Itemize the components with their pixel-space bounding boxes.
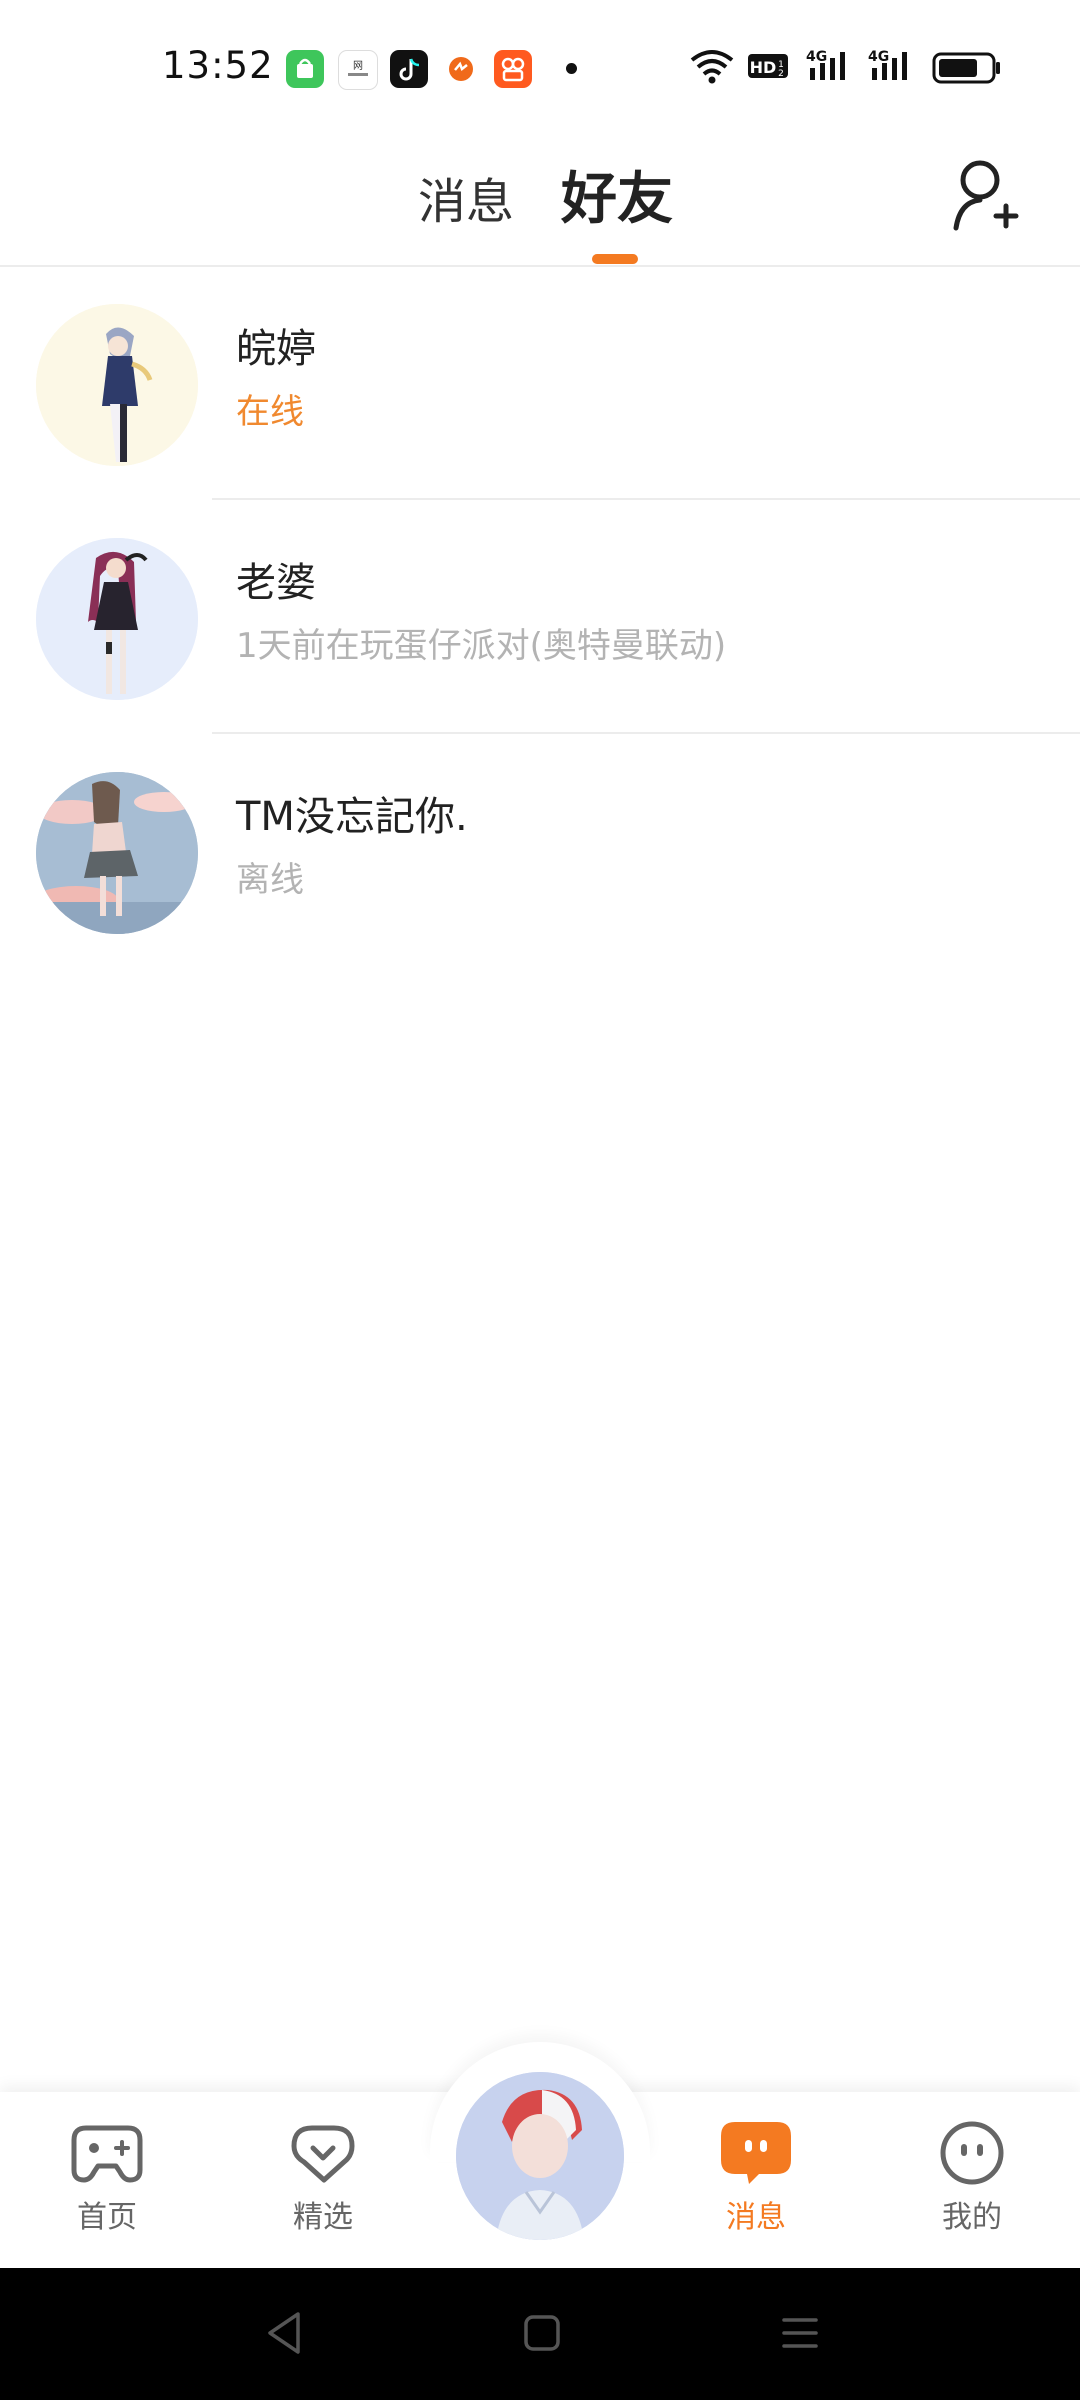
back-icon[interactable] [262, 2308, 306, 2358]
news-icon: 网 [338, 50, 378, 90]
nav-item-home[interactable]: 首页 [32, 2112, 182, 2252]
header: 消息 好友 [0, 130, 1080, 267]
tab-messages[interactable]: 消息 [418, 162, 514, 232]
active-tab-indicator [592, 254, 638, 264]
chat-face-icon [721, 2122, 791, 2184]
friend-row[interactable]: 老婆 1天前在玩蛋仔派对(奥特曼联动) [0, 500, 1080, 734]
tiktok-icon [390, 50, 428, 88]
wifi-icon [690, 50, 734, 84]
friend-name: 皖婷 [236, 326, 316, 372]
avatar[interactable] [36, 538, 198, 700]
4g-signal-icon: 4G [806, 49, 845, 80]
battery-icon [932, 52, 1000, 84]
gamepad-icon [71, 2125, 143, 2183]
friend-status: 1天前在玩蛋仔派对(奥特曼联动) [236, 626, 727, 666]
center-avatar-button[interactable] [456, 2072, 624, 2240]
add-user-icon [953, 160, 1019, 231]
svg-text:HD: HD [750, 58, 777, 77]
nav-item-profile[interactable]: 我的 [897, 2112, 1047, 2252]
avatar[interactable] [36, 772, 198, 934]
menu-icon[interactable] [778, 2308, 822, 2358]
svg-text:2: 2 [778, 69, 784, 79]
hd-icon: HD 1 2 [748, 54, 788, 79]
sports-icon [442, 50, 480, 88]
nav-label: 消息 [726, 2200, 786, 2235]
svg-text:4G: 4G [806, 49, 827, 65]
face-icon [940, 2121, 1004, 2185]
friend-status: 离线 [236, 860, 304, 900]
friend-row[interactable]: 皖婷 在线 [0, 266, 1080, 500]
friend-name: TM没忘記你. [236, 794, 468, 840]
nav-label: 我的 [942, 2200, 1002, 2235]
4g-signal-icon: 4G [868, 49, 907, 80]
nav-label: 精选 [293, 2200, 353, 2235]
nav-item-featured[interactable]: 精选 [248, 2112, 398, 2252]
system-nav-bar [0, 2268, 1080, 2400]
market-icon [286, 50, 324, 88]
svg-text:网: 网 [353, 60, 363, 72]
home-icon[interactable] [520, 2308, 564, 2358]
heart-badge-icon [291, 2125, 355, 2183]
notification-dot [566, 63, 577, 74]
status-time: 13:52 [162, 44, 274, 87]
tab-friends[interactable]: 好友 [561, 154, 673, 235]
status-bar: 13:52 网 HD 1 2 4G 4G [0, 0, 1080, 130]
avatar[interactable] [36, 304, 198, 466]
kuaishou-icon [494, 50, 532, 88]
add-friend-button[interactable] [950, 154, 1020, 234]
nav-label: 首页 [77, 2200, 137, 2235]
nav-item-messages[interactable]: 消息 [681, 2112, 831, 2252]
friend-status: 在线 [236, 392, 304, 432]
friends-screen: 13:52 网 HD 1 2 4G 4G 消息 好友 皖婷 在线 老婆 1天前在… [0, 0, 1080, 2400]
svg-text:4G: 4G [868, 49, 889, 65]
friend-row[interactable]: TM没忘記你. 离线 [0, 734, 1080, 968]
avatar [456, 2072, 624, 2240]
friend-name: 老婆 [236, 560, 316, 606]
